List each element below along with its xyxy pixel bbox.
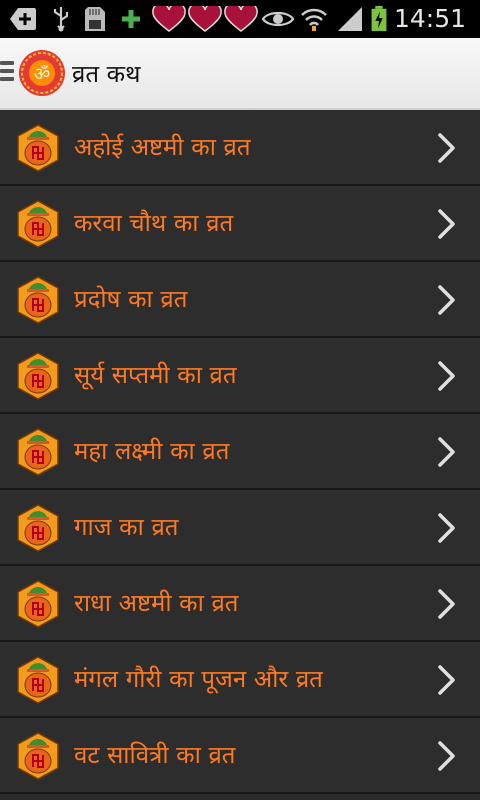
wifi-icon [301, 8, 327, 31]
kalash-icon [17, 428, 59, 476]
om-glyph: ॐ [34, 64, 50, 85]
list-item-label: अहोई अष्टमी का व्रत [74, 133, 251, 161]
sd-card-icon [85, 7, 105, 31]
list-item-label: महा लक्ष्मी का व्रत [74, 437, 230, 465]
list-item-8[interactable]: मंगल गौरी का पूजन और व्रत [0, 642, 480, 718]
clock: 14:51 [393, 4, 466, 33]
kalash-icon [17, 352, 59, 400]
list-item-label: राधा अष्टमी का व्रत [74, 589, 239, 617]
chevron-right-icon [438, 589, 455, 619]
chevron-right-icon [438, 513, 455, 543]
heart-icon [152, 6, 186, 32]
drawer-menu-icon[interactable] [0, 61, 14, 85]
heart-icon [224, 6, 258, 32]
kalash-icon [17, 276, 59, 324]
chevron-right-icon [438, 665, 455, 695]
chevron-right-icon [438, 133, 455, 163]
plus-icon [122, 10, 140, 28]
list-item-label: वट सावित्री का व्रत [74, 741, 236, 769]
list-item-4[interactable]: सूर्य सप्तमी का व्रत [0, 338, 480, 414]
list-item-5[interactable]: महा लक्ष्मी का व्रत [0, 414, 480, 490]
list-item-7[interactable]: राधा अष्टमी का व्रत [0, 566, 480, 642]
kalash-icon [17, 124, 59, 172]
list-item-9[interactable]: वट सावित्री का व्रत [0, 718, 480, 794]
kalash-icon [17, 504, 59, 552]
list-item-label: करवा चौथ का व्रत [74, 209, 234, 237]
usb-icon [53, 7, 69, 32]
chevron-right-icon [438, 361, 455, 391]
add-icon [10, 8, 36, 30]
app-title: व्रत कथ [72, 60, 141, 88]
signal-icon [338, 7, 362, 31]
list-item-6[interactable]: गाज का व्रत [0, 490, 480, 566]
list-item-label: प्रदोष का व्रत [74, 285, 188, 313]
kalash-icon [17, 200, 59, 248]
chevron-right-icon [438, 209, 455, 239]
battery-charging-icon [371, 6, 387, 32]
eye-icon [262, 11, 294, 27]
chevron-right-icon [438, 285, 455, 315]
status-bar: 14:51 [0, 0, 480, 38]
list-item-label: सूर्य सप्तमी का व्रत [74, 361, 237, 389]
list-item-2[interactable]: करवा चौथ का व्रत [0, 186, 480, 262]
kalash-icon [17, 580, 59, 628]
heart-icon [188, 6, 222, 32]
kalash-icon [17, 656, 59, 704]
chevron-right-icon [438, 437, 455, 467]
vrat-list: अहोई अष्टमी का व्रत करवा चौथ का व्रत प्र… [0, 110, 480, 794]
list-item-1[interactable]: अहोई अष्टमी का व्रत [0, 110, 480, 186]
chevron-right-icon [438, 741, 455, 771]
kalash-icon [17, 732, 59, 780]
om-logo-icon[interactable]: ॐ [18, 49, 66, 97]
list-item-label: मंगल गौरी का पूजन और व्रत [74, 665, 323, 693]
list-item-label: गाज का व्रत [74, 513, 179, 541]
action-bar: ॐ व्रत कथ [0, 38, 480, 110]
list-item-3[interactable]: प्रदोष का व्रत [0, 262, 480, 338]
